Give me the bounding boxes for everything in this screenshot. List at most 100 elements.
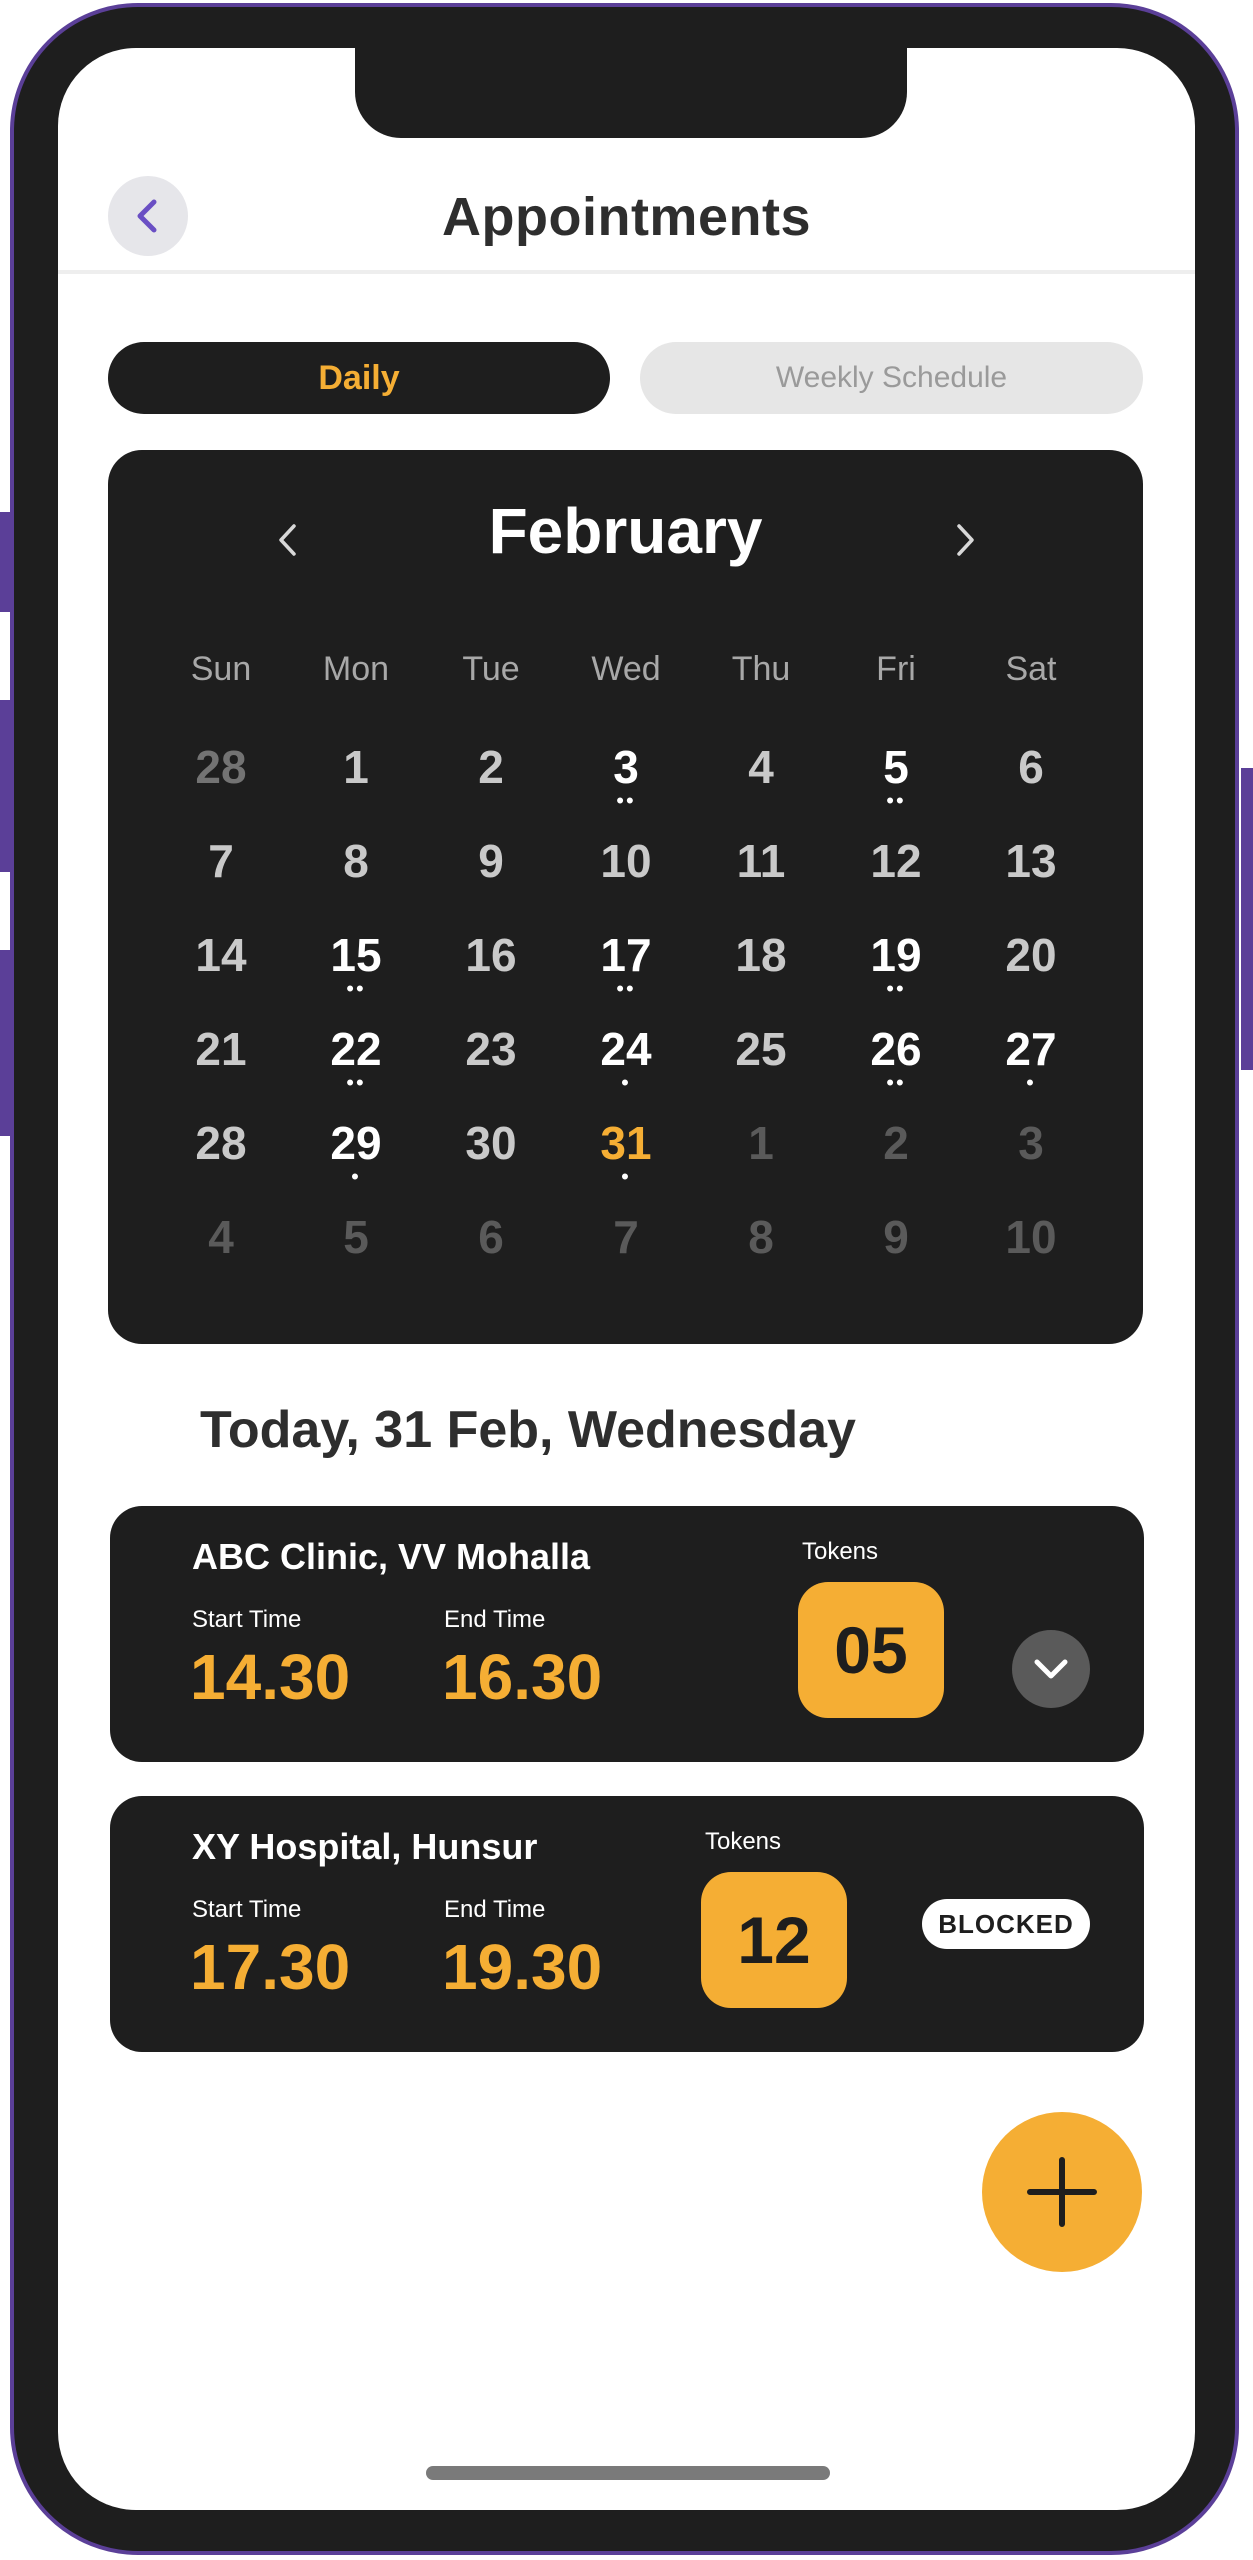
- calendar-day[interactable]: 3 ••: [576, 740, 676, 830]
- appointment-dot-indicator: ••: [616, 788, 636, 813]
- calendar-day[interactable]: 10: [981, 1210, 1081, 1300]
- calendar-day[interactable]: 21: [171, 1022, 271, 1112]
- calendar-day[interactable]: 30: [441, 1116, 541, 1206]
- chevron-right-icon: [957, 524, 974, 556]
- phone-notch: [355, 48, 907, 138]
- day-number: 12: [870, 835, 922, 887]
- day-number: 28: [195, 741, 247, 793]
- calendar-day[interactable]: 6: [441, 1210, 541, 1300]
- tab-daily[interactable]: Daily: [108, 342, 610, 414]
- calendar-day[interactable]: 28: [171, 1116, 271, 1206]
- day-number: 6: [1018, 741, 1044, 793]
- day-number: 13: [1005, 835, 1057, 887]
- day-number: 24: [600, 1023, 652, 1075]
- calendar-day[interactable]: 10: [576, 834, 676, 924]
- calendar-day[interactable]: 8: [306, 834, 406, 924]
- expand-button[interactable]: [1012, 1630, 1090, 1708]
- day-number: 10: [600, 835, 652, 887]
- day-number: 15: [330, 929, 382, 981]
- clinic-name: XY Hospital, Hunsur: [192, 1826, 538, 1867]
- calendar-day[interactable]: 29 •: [306, 1116, 406, 1206]
- app-screen: Appointments Daily Weekly Schedule Febru…: [58, 48, 1195, 2510]
- calendar-day[interactable]: 5: [306, 1210, 406, 1300]
- calendar-day[interactable]: 7: [576, 1210, 676, 1300]
- calendar-day[interactable]: 25: [711, 1022, 811, 1112]
- appointment-dot-indicator: •: [621, 1070, 631, 1095]
- plus-icon: [1027, 2157, 1097, 2227]
- day-number: 19: [870, 929, 922, 981]
- weekday-label: Sun: [190, 650, 252, 688]
- phone-side-button: [0, 512, 12, 612]
- calendar-day[interactable]: 19 ••: [846, 928, 946, 1018]
- calendar-day[interactable]: 16: [441, 928, 541, 1018]
- token-count: 05: [798, 1582, 944, 1718]
- weekday-label: Tue: [462, 650, 520, 688]
- day-number: 11: [736, 835, 786, 887]
- appointment-dot-indicator: ••: [886, 1070, 906, 1095]
- next-month-button[interactable]: [935, 510, 995, 570]
- appointment-dot-indicator: •: [621, 1164, 631, 1189]
- calendar-day[interactable]: 15 ••: [306, 928, 406, 1018]
- calendar-day[interactable]: 7: [171, 834, 271, 924]
- end-time-label: End Time: [444, 1606, 546, 1633]
- calendar-day[interactable]: 26 ••: [846, 1022, 946, 1112]
- calendar-day[interactable]: 28: [171, 740, 271, 830]
- calendar-day[interactable]: 8: [711, 1210, 811, 1300]
- day-number: 22: [330, 1023, 382, 1075]
- page-title: Appointments: [442, 187, 811, 247]
- calendar-day[interactable]: 5 ••: [846, 740, 946, 830]
- day-number: 23: [465, 1023, 517, 1075]
- calendar-day[interactable]: 14: [171, 928, 271, 1018]
- day-number: 10: [1005, 1211, 1057, 1263]
- weekday-label: Fri: [876, 650, 916, 688]
- day-number: 30: [465, 1117, 517, 1169]
- calendar-day[interactable]: 23: [441, 1022, 541, 1112]
- selected-date-heading: Today, 31 Feb, Wednesday: [200, 1401, 856, 1459]
- weekday-label: Sat: [1005, 650, 1057, 688]
- calendar-day[interactable]: 1: [711, 1116, 811, 1206]
- calendar-day[interactable]: 22 ••: [306, 1022, 406, 1112]
- day-number: 2: [883, 1117, 909, 1169]
- calendar-day[interactable]: 6: [981, 740, 1081, 830]
- calendar-day[interactable]: 1: [306, 740, 406, 830]
- calendar-day[interactable]: 20: [981, 928, 1081, 1018]
- calendar: February Sun Mon Tue Wed Thu Fri Sat 28 1 2 3 •• 4 5…: [108, 450, 1143, 1344]
- calendar-day-today[interactable]: 31 •: [576, 1116, 676, 1206]
- blocked-status-badge: BLOCKED: [922, 1899, 1090, 1949]
- appointment-card[interactable]: ABC Clinic, VV Mohalla Start Time End Ti…: [110, 1506, 1144, 1762]
- day-number: 31: [600, 1117, 652, 1169]
- calendar-day[interactable]: 12: [846, 834, 946, 924]
- calendar-day[interactable]: 3: [981, 1116, 1081, 1206]
- day-number: 17: [600, 929, 652, 981]
- calendar-day[interactable]: 2: [846, 1116, 946, 1206]
- tab-weekly-schedule[interactable]: Weekly Schedule: [640, 342, 1143, 414]
- calendar-day[interactable]: 13: [981, 834, 1081, 924]
- token-count: 12: [701, 1872, 847, 2008]
- day-number: 4: [208, 1211, 234, 1263]
- day-number: 18: [735, 929, 787, 981]
- day-number: 5: [883, 741, 909, 793]
- appointment-dot-indicator: •: [1026, 1070, 1036, 1095]
- appointment-dot-indicator: ••: [346, 976, 366, 1001]
- day-number: 20: [1005, 929, 1057, 981]
- start-time: 14.30: [190, 1641, 351, 1713]
- calendar-day[interactable]: 11: [711, 834, 811, 924]
- calendar-day[interactable]: 17 ••: [576, 928, 676, 1018]
- day-number: 5: [343, 1211, 369, 1263]
- start-time-label: Start Time: [192, 1606, 302, 1633]
- calendar-day[interactable]: 4: [171, 1210, 271, 1300]
- calendar-day[interactable]: 9: [441, 834, 541, 924]
- phone-side-button: [0, 950, 12, 1136]
- calendar-day[interactable]: 24 •: [576, 1022, 676, 1112]
- day-number: 16: [465, 929, 517, 981]
- start-time-label: Start Time: [192, 1896, 302, 1923]
- day-number: 7: [613, 1211, 639, 1263]
- add-appointment-button[interactable]: [982, 2112, 1142, 2272]
- calendar-day[interactable]: 27 •: [981, 1022, 1081, 1112]
- calendar-day[interactable]: 18: [711, 928, 811, 1018]
- appointment-card[interactable]: XY Hospital, Hunsur Start Time End Time …: [110, 1796, 1144, 2052]
- calendar-day[interactable]: 2: [441, 740, 541, 830]
- calendar-day[interactable]: 9: [846, 1210, 946, 1300]
- day-number: 4: [748, 741, 774, 793]
- calendar-day[interactable]: 4: [711, 740, 811, 830]
